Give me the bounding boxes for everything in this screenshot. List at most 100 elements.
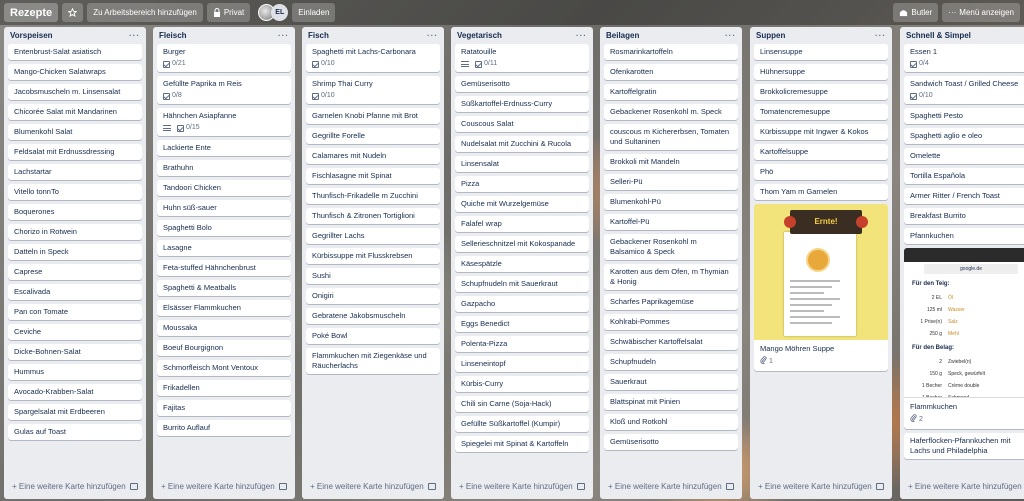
card[interactable]: Escalivada [8,284,142,300]
card[interactable]: Datteln in Speck [8,244,142,260]
card[interactable]: Hühnersuppe [754,64,888,80]
card[interactable]: Frikadellen [157,380,291,396]
list-header[interactable]: Vorspeisen ··· [4,27,146,44]
card[interactable]: Breakfast Burrito [904,208,1024,224]
visibility-button[interactable]: Privat [206,3,251,22]
card[interactable]: Brokkolicremesuppe [754,84,888,100]
card-template-icon[interactable] [130,482,138,490]
card[interactable]: Mango-Chicken Salatwraps [8,64,142,80]
card[interactable]: Tortilla Española [904,168,1024,184]
card[interactable]: Nudelsalat mit Zucchini & Rucola [455,136,589,152]
card-template-icon[interactable] [876,482,884,490]
card[interactable]: Calamares mit Nudeln [306,148,440,164]
board-title[interactable]: Rezepte [4,3,59,22]
card[interactable]: Hummus [8,364,142,380]
card[interactable]: Linseneintopf [455,356,589,372]
card[interactable]: Gefüllte Paprika m Reis 0/8 [157,76,291,104]
card[interactable]: Chili sin Carne (Soja-Hack) [455,396,589,412]
add-card-button[interactable]: + Eine weitere Karte hinzufügen [608,482,722,491]
card[interactable]: Sauerkraut [604,374,738,390]
card[interactable]: Vitello tonnTo [8,184,142,200]
add-card-button[interactable]: + Eine weitere Karte hinzufügen [310,482,424,491]
card-template-icon[interactable] [577,482,585,490]
card[interactable]: Gefüllte Süßkartoffel (Kumpir) [455,416,589,432]
card[interactable]: Lachstartar [8,164,142,180]
card[interactable]: Thom Yam m Garnelen [754,184,888,200]
card[interactable]: Spaghetti Pesto [904,108,1024,124]
card[interactable]: Gazpacho [455,296,589,312]
card[interactable]: Gebackener Rosenkohl m Balsamico & Speck [604,234,738,260]
card[interactable]: Brokkoli mit Mandeln [604,154,738,170]
invite-button[interactable]: Einladen [292,3,336,22]
list-title[interactable]: Vorspeisen [10,31,53,40]
card[interactable]: Schupfnudeln mit Sauerkraut [455,276,589,292]
list-header[interactable]: Vegetarisch ··· [451,27,593,44]
add-card-button[interactable]: + Eine weitere Karte hinzufügen [908,482,1022,491]
card[interactable]: Kürbissuppe mit Ingwer & Kokos [754,124,888,140]
card[interactable]: Kartoffelgratin [604,84,738,100]
card[interactable]: Pan con Tomate [8,304,142,320]
card[interactable]: Gegrillte Forelle [306,128,440,144]
card[interactable]: Kohlrabi-Pommes [604,314,738,330]
card[interactable]: Tomatencremesuppe [754,104,888,120]
card[interactable]: Fajitas [157,400,291,416]
card[interactable]: Spargelsalat mit Erdbeeren [8,404,142,420]
list-title[interactable]: Schnell & Simpel [906,31,971,40]
list-menu-icon[interactable]: ··· [129,31,140,40]
list-header[interactable]: Schnell & Simpel··· [900,27,1024,44]
card[interactable]: Spaghetti & Meatballs [157,280,291,296]
list-title[interactable]: Suppen [756,31,785,40]
card-template-icon[interactable] [279,482,287,490]
card[interactable]: Selleri-Pü [604,174,738,190]
card[interactable]: Pfannkuchen [904,228,1024,244]
card[interactable]: Pizza [455,176,589,192]
add-card-button[interactable]: + Eine weitere Karte hinzufügen [12,482,126,491]
list-header[interactable]: Beilagen ··· [600,27,742,44]
card[interactable]: Quiche mit Wurzelgemüse [455,196,589,212]
card[interactable]: Gegrillter Lachs [306,228,440,244]
card[interactable]: Gebratene Jakobsmuscheln [306,308,440,324]
list-header[interactable]: Fisch ··· [302,27,444,44]
card[interactable]: Kartoffel-Pü [604,214,738,230]
card[interactable]: Karotten aus dem Ofen, m Thymian & Honig [604,264,738,290]
card[interactable]: Linsensuppe [754,44,888,60]
list-menu-icon[interactable]: ··· [875,31,886,40]
card[interactable]: Essen 1 0/4 [904,44,1024,72]
avatar-initials[interactable]: EL [271,4,289,21]
card[interactable]: Schupfnudeln [604,354,738,370]
card[interactable]: Blumenkohl Salat [8,124,142,140]
card[interactable]: Dicke-Bohnen-Salat [8,344,142,360]
card[interactable]: Entenbrust-Salat asiatisch [8,44,142,60]
card[interactable]: Burrito Auflauf [157,420,291,436]
card[interactable]: Scharfes Paprikagemüse [604,294,738,310]
card[interactable]: Chorizo in Rotwein [8,224,142,240]
card[interactable]: Ernte! Mango Möhren Suppe 1 [754,204,888,371]
card[interactable]: Garnelen Knobi Pfanne mit Brot [306,108,440,124]
card[interactable]: Thunfisch-Frikadelle m Zucchini [306,188,440,204]
list-header[interactable]: Fleisch ··· [153,27,295,44]
list-menu-icon[interactable]: ··· [278,31,289,40]
card-template-icon[interactable] [726,482,734,490]
add-card-button[interactable]: + Eine weitere Karte hinzufügen [758,482,872,491]
list-menu-icon[interactable]: ··· [576,31,587,40]
card[interactable]: Ceviche [8,324,142,340]
card[interactable]: Boquerones [8,204,142,220]
card[interactable]: Spiegelei mit Spinat & Kartoffeln [455,436,589,452]
card[interactable]: Phö [754,164,888,180]
butler-button[interactable]: Butler [893,3,939,22]
card[interactable]: Sellerieschnitzel mit Kokospanade [455,236,589,252]
card[interactable]: Brathuhn [157,160,291,176]
card[interactable]: Spaghetti Bolo [157,220,291,236]
card[interactable]: Linsensalat [455,156,589,172]
card[interactable]: Polenta-Pizza [455,336,589,352]
card[interactable]: Schwäbischer Kartoffelsalat [604,334,738,350]
card[interactable]: Kloß und Rotkohl [604,414,738,430]
list-header[interactable]: Suppen ··· [750,27,892,44]
card[interactable]: Käsespätzle [455,256,589,272]
card-template-icon[interactable] [428,482,436,490]
card[interactable]: Thunfisch & Zitronen Tortiglioni [306,208,440,224]
card[interactable]: Elsässer Flammkuchen [157,300,291,316]
show-menu-button[interactable]: ··· Menü anzeigen [942,3,1020,22]
card[interactable]: Lasagne [157,240,291,256]
card[interactable]: Feldsalat mit Erdnussdressing [8,144,142,160]
